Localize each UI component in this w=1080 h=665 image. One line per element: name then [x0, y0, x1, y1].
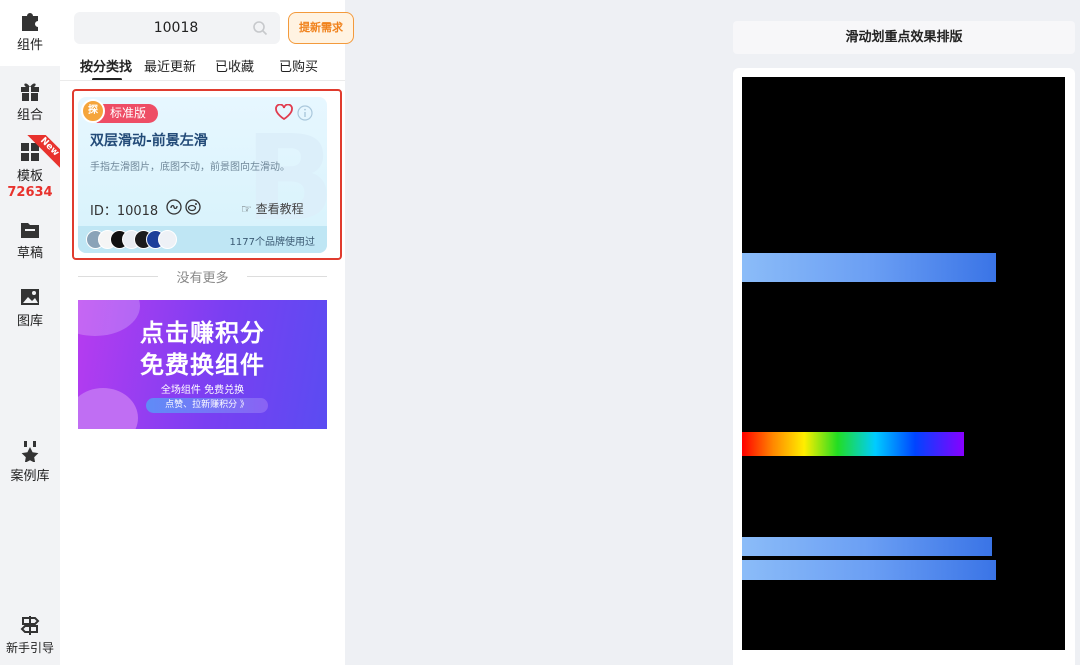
sidebar-item-label: 草稿	[16, 246, 43, 261]
sidebar-item-guide[interactable]: 新手引导	[0, 612, 60, 660]
view-tutorial-link[interactable]: ☞ 查看教程	[241, 200, 304, 217]
miniprogram-icon	[166, 199, 201, 215]
card-footer: 1177个品牌使用过	[78, 226, 327, 253]
promo-banner[interactable]: 点击赚积分 免费换组件 全场组件 免费兑换 点赞、拉新赚积分 》	[78, 300, 327, 429]
sidebar-item-label: 组件	[16, 38, 43, 53]
sidebar-item-label: 新手引导	[5, 641, 54, 655]
puzzle-icon	[22, 13, 38, 31]
promo-headline-2: 免费换组件	[140, 351, 265, 379]
highlight-bar	[742, 560, 996, 580]
search-icon[interactable]	[252, 20, 268, 36]
card-watermark: B	[245, 109, 327, 247]
tab-favorites[interactable]: 已收藏	[215, 56, 254, 75]
draft-icon	[21, 223, 39, 238]
medal-star-icon	[21, 441, 39, 462]
category-tabs: 按分类找 最近更新 已收藏 已购买	[74, 56, 336, 82]
heart-icon[interactable]	[275, 104, 293, 120]
divider	[60, 80, 345, 81]
platform-icons	[166, 199, 202, 219]
no-more-divider: 没有更多	[78, 267, 327, 287]
promo-button[interactable]: 点赞、拉新赚积分 》	[146, 398, 268, 413]
signpost-icon	[20, 616, 40, 635]
sidebar-item-case-library[interactable]: 案例库	[0, 438, 60, 486]
card-title: 双层滑动-前景左滑	[90, 133, 208, 149]
highlight-bar	[742, 537, 992, 556]
left-sidebar: 组件 组合 模板 72634 New 草稿 图库 案例库 新手引导	[0, 0, 61, 665]
promo-subtitle: 全场组件 免费兑换	[160, 385, 245, 396]
component-panel: 提新需求 按分类找 最近更新 已收藏 已购买 B 标准版 探 双层滑动-前景左滑…	[60, 0, 354, 665]
search-input[interactable]	[96, 12, 256, 44]
image-icon	[21, 289, 39, 305]
sidebar-item-combos[interactable]: 组合	[0, 78, 60, 126]
sidebar-item-label: 模板	[16, 169, 43, 184]
pointer-hand-icon: ☞	[241, 202, 252, 216]
tab-recent[interactable]: 最近更新	[144, 56, 196, 75]
tab-by-category[interactable]: 按分类找	[80, 56, 132, 75]
card-description: 手指左滑图片，底图不动，前景图向左滑动。	[90, 162, 290, 173]
gift-icon	[21, 83, 39, 101]
search-box[interactable]	[74, 12, 280, 44]
promo-headline: 点击赚积分	[140, 319, 265, 347]
highlight-bar	[742, 253, 996, 282]
brand-usage-count: 1177个品牌使用过	[229, 237, 315, 248]
sidebar-item-components[interactable]: 组件	[0, 0, 60, 66]
rainbow-highlight-bar	[742, 432, 964, 456]
sidebar-item-label: 组合	[16, 108, 43, 123]
template-count: 72634	[7, 185, 53, 200]
preview-title: 滑动划重点效果排版	[733, 21, 1075, 54]
sidebar-item-label: 图库	[16, 314, 43, 329]
tutorial-label: 查看教程	[255, 202, 304, 216]
new-ribbon: New	[27, 135, 61, 169]
component-id: ID：10018	[90, 204, 159, 219]
sidebar-item-label: 案例库	[10, 469, 50, 484]
component-card[interactable]: B 标准版 探 双层滑动-前景左滑 手指左滑图片，底图不动，前景图向左滑动。 I…	[78, 97, 327, 253]
sidebar-item-gallery[interactable]: 图库	[0, 285, 60, 333]
sidebar-item-drafts[interactable]: 草稿	[0, 217, 60, 265]
info-icon[interactable]	[297, 105, 313, 121]
edition-badge: 标准版	[96, 104, 158, 123]
medal-icon: 探	[81, 99, 105, 123]
new-request-button[interactable]: 提新需求	[288, 12, 354, 44]
brand-logo	[158, 230, 177, 249]
preview-canvas[interactable]	[742, 77, 1065, 650]
tab-purchased[interactable]: 已购买	[279, 56, 318, 75]
